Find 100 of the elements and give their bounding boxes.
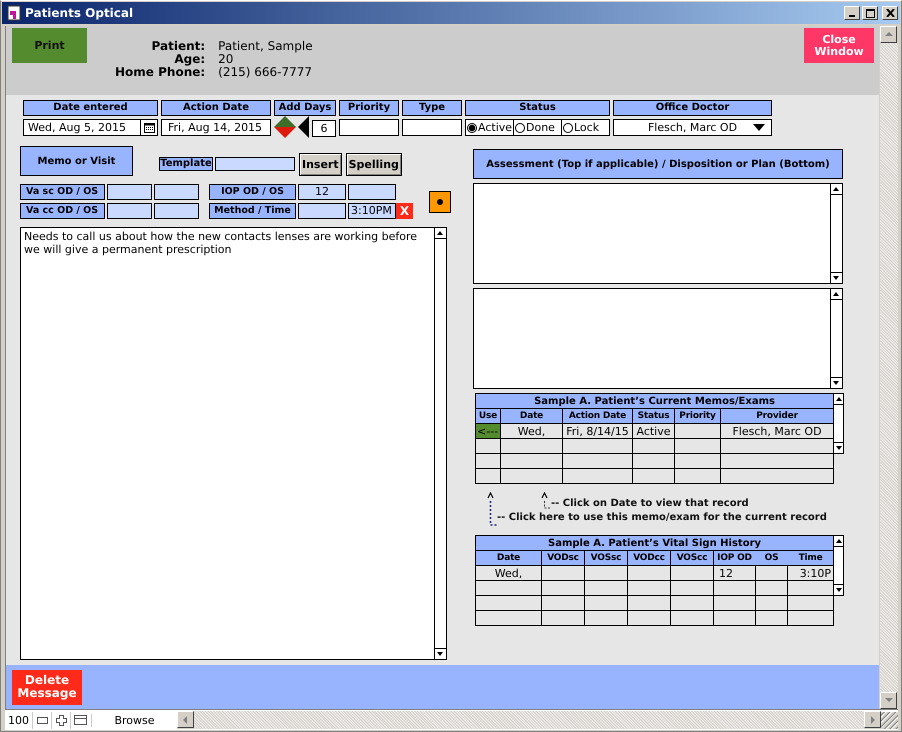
table-cell: Fri, 8/14/15 (562, 424, 632, 438)
column-header: VOScc (670, 550, 714, 566)
input-field[interactable] (298, 203, 346, 219)
calendar-icon (144, 122, 154, 132)
table-cell: Active (632, 424, 674, 438)
scroll-up-button[interactable] (831, 289, 842, 300)
zoom-in-button[interactable] (51, 712, 70, 728)
input-field[interactable] (107, 203, 152, 219)
column-header: Priority (339, 100, 399, 116)
template-field[interactable] (215, 157, 295, 171)
template-label: Template (159, 157, 213, 171)
status-toolbar-button[interactable] (70, 712, 89, 728)
resize-grip[interactable] (881, 712, 898, 728)
table-cell: Flesch, Marc OD (720, 424, 834, 438)
close-window-button[interactable]: Close Window (804, 28, 874, 63)
column-header: Priority (674, 408, 720, 424)
column-header: Provider (720, 408, 834, 424)
scroll-down-button[interactable] (831, 377, 842, 388)
input-field[interactable] (154, 203, 199, 219)
field-label: Va sc OD / OS (20, 184, 105, 200)
scroll-right-button[interactable] (864, 711, 881, 728)
table-title: Sample A. Patient’s Vital Sign History (476, 536, 834, 550)
hint-text: -- Click on Date to view that record (551, 498, 749, 510)
days-field[interactable]: 6 (312, 120, 336, 137)
scroll-up-button[interactable] (834, 394, 843, 405)
close-button[interactable] (882, 6, 898, 20)
table-cell: 12 (714, 566, 756, 580)
field-value: 20 (218, 53, 234, 66)
field-label: Method / Time (209, 203, 296, 219)
date-field[interactable]: Wed, Aug 5, 2015 (23, 119, 158, 136)
scroll-down-button[interactable] (834, 442, 843, 453)
minimize-button[interactable] (844, 6, 860, 20)
input-field[interactable] (107, 184, 152, 200)
column-header: Action Date (161, 100, 271, 116)
hint-text: -- Click here to use this memo/exam for the current record (497, 512, 827, 524)
type-field[interactable] (402, 119, 462, 136)
column-header: Date entered (23, 100, 158, 116)
scroll-up-button[interactable] (831, 184, 842, 195)
date-field[interactable]: Fri, Aug 14, 2015 (161, 119, 271, 136)
spelling-button[interactable]: Spelling (346, 153, 402, 176)
time-field[interactable]: 3:10PM (348, 203, 396, 219)
column-header: Date (476, 550, 542, 566)
input-field[interactable] (154, 184, 199, 200)
memo-type-button[interactable]: Memo or Visit (20, 146, 133, 176)
minus-icon (36, 716, 48, 724)
column-header: VODsc (542, 550, 584, 566)
caret-icon (753, 124, 765, 131)
field-value: Patient, Sample (218, 40, 313, 53)
section-header: Assessment (Top if applicable) / Disposition or Plan (Bottom) (473, 149, 843, 179)
scroll-down-button[interactable] (834, 584, 843, 595)
column-header: Use (476, 408, 500, 424)
field-label: Age: (174, 53, 206, 66)
column-header: Status (632, 408, 674, 424)
input-field[interactable] (348, 184, 396, 200)
step-arrows-icon[interactable] (274, 116, 310, 138)
status-radio[interactable]: Active (466, 120, 514, 135)
close-icon (886, 9, 894, 17)
column-header: IOP OD (714, 550, 756, 566)
scroll-up-button[interactable] (834, 536, 843, 547)
column-header: Date (500, 408, 562, 424)
doctor-dropdown[interactable]: Flesch, Marc OD (613, 119, 772, 136)
print-button[interactable]: Print (12, 28, 87, 63)
scroll-down-button[interactable] (831, 272, 842, 283)
column-header: Type (402, 100, 462, 116)
field-label: Patient: (150, 40, 206, 53)
zoom-out-button[interactable] (32, 712, 51, 728)
field-label: Home Phone: (115, 66, 206, 79)
input-field[interactable]: 12 (298, 184, 346, 200)
status-radio[interactable]: Done (514, 120, 562, 135)
calendar-button[interactable] (140, 120, 157, 135)
column-header: VODcc (628, 550, 670, 566)
scroll-down-button[interactable] (435, 648, 446, 659)
field-value: (215) 666-7777 (218, 66, 313, 79)
field-label: Va cc OD / OS (20, 203, 105, 219)
column-header: VOSsc (584, 550, 628, 566)
use-button[interactable]: <--- (476, 424, 500, 438)
column-header: Add Days (274, 100, 336, 116)
insert-button[interactable]: Insert (299, 153, 342, 176)
column-header: Office Doctor (613, 100, 772, 116)
delete-message-button[interactable]: Delete Message (12, 670, 82, 704)
status-radio[interactable]: Lock (562, 120, 609, 135)
plus-icon (56, 714, 66, 726)
window-icon (74, 715, 86, 725)
column-header: OS (756, 550, 788, 566)
leader-arrow (487, 492, 497, 526)
table-cell[interactable]: Wed, (500, 424, 562, 438)
scroll-left-button[interactable] (177, 711, 194, 728)
column-header: Time (788, 550, 834, 566)
table-title: Sample A. Patient’s Current Memos/Exams (476, 394, 834, 408)
table-cell[interactable]: Wed, (476, 566, 542, 580)
scroll-up-button[interactable] (435, 228, 446, 239)
clear-button[interactable]: X (396, 203, 413, 219)
priority-field[interactable] (339, 119, 399, 136)
leader-arrow (541, 492, 550, 508)
zoom-level[interactable]: 100 (5, 714, 32, 726)
maximize-button[interactable] (862, 6, 878, 20)
window-title: Patients Optical (25, 6, 134, 20)
column-header: Status (465, 100, 610, 116)
field-label: IOP OD / OS (209, 184, 296, 200)
record-button[interactable] (429, 190, 451, 212)
